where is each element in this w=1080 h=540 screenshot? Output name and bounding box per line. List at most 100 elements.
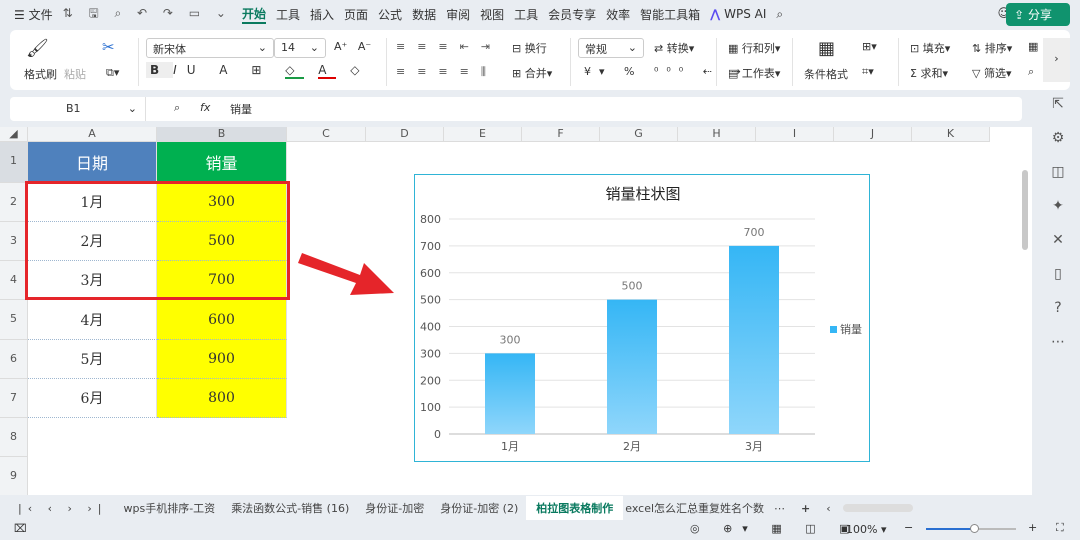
sort-button[interactable]: ⇅ 排序▾ bbox=[972, 40, 1012, 56]
vertical-scrollbar[interactable] bbox=[1022, 170, 1028, 250]
table-cell[interactable]: 900 bbox=[157, 340, 287, 379]
tab-page[interactable]: 页面 bbox=[344, 6, 368, 23]
zoom-formula-icon[interactable]: ⌕ bbox=[174, 101, 180, 115]
column-header[interactable]: C bbox=[287, 127, 366, 142]
cell-style-icon[interactable]: ⊞▾ bbox=[862, 40, 877, 53]
sheet-tab[interactable]: 乘法函数公式-销售 (16) bbox=[223, 500, 357, 516]
column-header[interactable]: D bbox=[366, 127, 444, 142]
horizontal-scrollbar[interactable]: ‹ bbox=[818, 502, 1058, 515]
column-header[interactable]: H bbox=[678, 127, 756, 142]
zoom-level[interactable]: 100% ▾ bbox=[846, 523, 886, 536]
fill-button[interactable]: ⊡ 填充▾ bbox=[910, 40, 950, 56]
worksheet-button[interactable]: ▤ 工作表▾ bbox=[728, 65, 780, 81]
macro-icon[interactable]: ⌧ bbox=[14, 522, 27, 535]
sheet-tab[interactable]: 身份证-加密 (2) bbox=[432, 500, 526, 516]
formula-input[interactable]: 销量 bbox=[230, 101, 252, 117]
row-header[interactable]: 4 bbox=[0, 261, 28, 300]
format-painter-button[interactable]: 格式刷 bbox=[24, 66, 57, 82]
table-cell[interactable]: 4月 bbox=[28, 300, 157, 340]
column-header[interactable]: B bbox=[157, 127, 287, 142]
copy-icon[interactable]: ⧉▾ bbox=[106, 66, 119, 80]
tab-insert[interactable]: 插入 bbox=[310, 6, 334, 23]
font-size-select[interactable]: 14 ⌄ bbox=[274, 38, 326, 58]
number-buttons[interactable]: ¥▾ % ⁰⁰⁰ ⇠ ⇢ bbox=[584, 65, 749, 78]
font-select[interactable]: 新宋体 ⌄ bbox=[146, 38, 274, 58]
number-format-select[interactable]: 常规 ⌄ bbox=[578, 38, 644, 58]
quick-access-icons[interactable]: ⇅ 🖫 ⌕ ↶ ↷ ▭ ⌄ bbox=[63, 4, 232, 25]
row-header[interactable]: 9 bbox=[0, 457, 28, 495]
filter-button[interactable]: ▽ 筛选▾ bbox=[972, 65, 1012, 81]
paste-button[interactable]: 粘贴 bbox=[64, 66, 86, 82]
table-cell[interactable]: 6月 bbox=[28, 379, 157, 418]
column-header[interactable]: J bbox=[834, 127, 912, 142]
more-icon[interactable]: ⋯ bbox=[1036, 334, 1080, 368]
tab-efficiency[interactable]: 效率 bbox=[606, 6, 630, 23]
add-sheet-button[interactable]: + bbox=[793, 502, 818, 515]
tab-toolbox[interactable]: 智能工具箱 bbox=[640, 6, 700, 23]
file-menu[interactable]: ☰ 文件 bbox=[14, 6, 53, 23]
font-size-buttons[interactable]: A⁺ A⁻ bbox=[334, 40, 371, 53]
table-header-cell[interactable]: 日期 bbox=[28, 142, 157, 183]
tab-formula[interactable]: 公式 bbox=[378, 6, 402, 23]
tools-icon[interactable]: ✕ bbox=[1036, 232, 1080, 266]
ai-icon[interactable]: ✦ bbox=[1036, 198, 1080, 232]
merge-button[interactable]: ⊞ 合并▾ bbox=[512, 65, 552, 81]
sheet-tab-active[interactable]: 柏拉图表格制作 bbox=[526, 496, 624, 520]
crop-icon[interactable]: ⌗▾ bbox=[862, 65, 874, 79]
zoom-in-button[interactable]: + bbox=[1028, 521, 1037, 534]
book-icon[interactable]: ▯ bbox=[1036, 266, 1080, 300]
convert-button[interactable]: ⇄ 转换▾ bbox=[654, 40, 694, 56]
settings-icon[interactable]: ⚙ bbox=[1036, 130, 1080, 164]
sheet-tab[interactable]: excel怎么汇总重复姓名个数 bbox=[623, 500, 766, 516]
rows-cols-button[interactable]: ▦ 行和列▾ bbox=[728, 40, 780, 56]
tab-member[interactable]: 会员专享 bbox=[548, 6, 596, 23]
column-header[interactable]: G bbox=[600, 127, 678, 142]
row-header[interactable]: 1 bbox=[0, 142, 28, 183]
spreadsheet-grid[interactable]: ◢ A B C D E F G H I J K 1 2 3 4 5 6 7 8 9 日期 销量 1月 300 2月 500 3月 70… bbox=[0, 127, 1032, 495]
select-all[interactable]: ◢ bbox=[0, 127, 28, 142]
view-icons[interactable]: ◎ ⊕▾ ▦ ◫ ▣ bbox=[690, 522, 860, 535]
wps-ai-button[interactable]: ⋀ WPS AI bbox=[710, 7, 766, 21]
sheet-nav-buttons[interactable]: |‹ ‹ › ›| bbox=[10, 502, 116, 515]
table-cell[interactable]: 600 bbox=[157, 300, 287, 340]
more-sheets-icon[interactable]: ⋯ bbox=[766, 502, 793, 515]
fullscreen-icon[interactable]: ⛶ bbox=[1056, 521, 1064, 535]
zoom-out-button[interactable]: − bbox=[904, 521, 913, 534]
tab-view[interactable]: 视图 bbox=[480, 6, 504, 23]
search-icon[interactable]: ⌕ bbox=[776, 7, 783, 22]
table-cell[interactable]: 5月 bbox=[28, 340, 157, 379]
wrap-button[interactable]: ⊟ 换行 bbox=[512, 40, 547, 56]
share-button[interactable]: ⇪ 分享 bbox=[1006, 3, 1070, 26]
column-header[interactable]: A bbox=[28, 127, 157, 142]
row-header[interactable]: 6 bbox=[0, 340, 28, 379]
font-style-buttons[interactable]: B IU A ⊞ ◇ A ◇ bbox=[146, 62, 370, 79]
ribbon-scroll-right[interactable]: › bbox=[1043, 38, 1070, 82]
halign-buttons[interactable]: ≡≡≡≡⫼ bbox=[396, 65, 498, 79]
tab-review[interactable]: 审阅 bbox=[446, 6, 470, 23]
freeze-icon[interactable]: ▦ bbox=[1028, 40, 1038, 53]
find-icon[interactable]: ⌕ bbox=[1028, 65, 1034, 79]
cut-icon[interactable]: ✂ bbox=[102, 38, 115, 56]
help-icon[interactable]: ? bbox=[1036, 300, 1080, 334]
row-header[interactable]: 2 bbox=[0, 183, 28, 222]
name-box[interactable]: B1 ⌄ bbox=[10, 97, 146, 121]
shape-icon[interactable]: ◫ bbox=[1036, 164, 1080, 198]
zoom-slider[interactable] bbox=[926, 524, 1016, 533]
row-header[interactable]: 7 bbox=[0, 379, 28, 418]
row-header[interactable]: 8 bbox=[0, 418, 28, 457]
tab-tools[interactable]: 工具 bbox=[276, 6, 300, 23]
tab-data[interactable]: 数据 bbox=[412, 6, 436, 23]
column-header[interactable]: E bbox=[444, 127, 522, 142]
column-header[interactable]: K bbox=[912, 127, 990, 142]
sheet-tab[interactable]: wps手机排序-工资 bbox=[116, 500, 224, 516]
chart[interactable]: 销量柱状图 0 100 200 300 400 500 600 700 800 300 1月 500 2月… bbox=[414, 174, 870, 462]
fx-icon[interactable]: fx bbox=[200, 101, 210, 114]
row-header[interactable]: 3 bbox=[0, 222, 28, 261]
sum-button[interactable]: Σ 求和▾ bbox=[910, 65, 948, 81]
row-header[interactable]: 5 bbox=[0, 300, 28, 340]
tab-tools2[interactable]: 工具 bbox=[514, 6, 538, 23]
align-buttons[interactable]: ≡≡≡⇤⇥ bbox=[396, 40, 502, 53]
sheet-tab[interactable]: 身份证-加密 bbox=[357, 500, 432, 516]
column-header[interactable]: I bbox=[756, 127, 834, 142]
cond-format-button[interactable]: 条件格式 bbox=[804, 66, 848, 82]
